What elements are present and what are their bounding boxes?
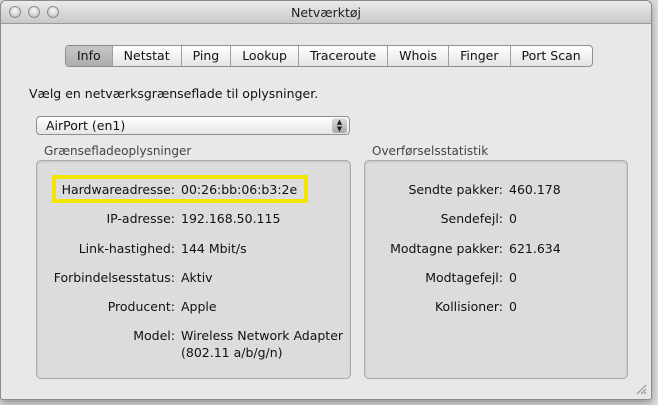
- send-errors-value: 0: [509, 211, 517, 226]
- connection-status-value: Aktiv: [181, 270, 213, 285]
- model-value-line1: Wireless Network Adapter: [181, 328, 344, 343]
- interface-info-title: Grænsefladeoplysninger: [44, 144, 192, 158]
- tab-whois[interactable]: Whois: [387, 46, 448, 66]
- model-value-line2: (802.11 a/b/g/n): [181, 345, 283, 360]
- send-errors-label: Sendefejl:: [440, 211, 503, 226]
- window-title: Netværktøj: [290, 5, 361, 20]
- tab-info[interactable]: Info: [66, 46, 112, 66]
- interface-popup[interactable]: AirPort (en1) ▲ ▼: [36, 116, 350, 135]
- sent-packets-label: Sendte pakker:: [408, 182, 504, 197]
- link-speed-value: 144 Mbit/s: [181, 241, 247, 256]
- collisions-value: 0: [509, 299, 517, 314]
- sent-packets-value: 460.178: [509, 182, 561, 197]
- instruction-text: Vælg en netværksgrænseflade til oplysnin…: [29, 86, 319, 101]
- network-utility-window: Netværktøj Info Netstat Ping Lookup Trac…: [0, 0, 652, 400]
- hardware-address-highlight: [52, 175, 308, 203]
- receive-errors-label: Modtagefejl:: [425, 270, 503, 285]
- tab-port-scan[interactable]: Port Scan: [509, 46, 592, 66]
- ip-address-value: 192.168.50.115: [181, 211, 281, 226]
- vendor-value: Apple: [181, 299, 217, 314]
- ip-address-label: IP-adresse:: [106, 211, 175, 226]
- tab-ping[interactable]: Ping: [180, 46, 231, 66]
- popup-arrows-icon: ▲ ▼: [332, 118, 347, 133]
- model-label: Model:: [133, 328, 175, 343]
- collisions-label: Kollisioner:: [434, 299, 503, 314]
- link-speed-label: Link-hastighed:: [78, 241, 175, 256]
- tab-finger[interactable]: Finger: [448, 46, 509, 66]
- receive-errors-value: 0: [509, 270, 517, 285]
- transfer-stats-title: Overførselsstatistik: [372, 144, 489, 158]
- resize-grip-icon[interactable]: [635, 383, 647, 395]
- vendor-label: Producent:: [107, 299, 175, 314]
- tab-lookup[interactable]: Lookup: [230, 46, 298, 66]
- connection-status-label: Forbindelsesstatus:: [53, 270, 175, 285]
- interface-popup-value: AirPort (en1): [46, 118, 126, 133]
- tab-traceroute[interactable]: Traceroute: [297, 46, 387, 66]
- title-bar: Netværktøj: [1, 1, 651, 24]
- tab-bar: Info Netstat Ping Lookup Traceroute Whoi…: [65, 45, 593, 67]
- received-packets-value: 621.634: [509, 241, 561, 256]
- tab-netstat[interactable]: Netstat: [111, 46, 181, 66]
- received-packets-label: Modtagne pakker:: [390, 241, 503, 256]
